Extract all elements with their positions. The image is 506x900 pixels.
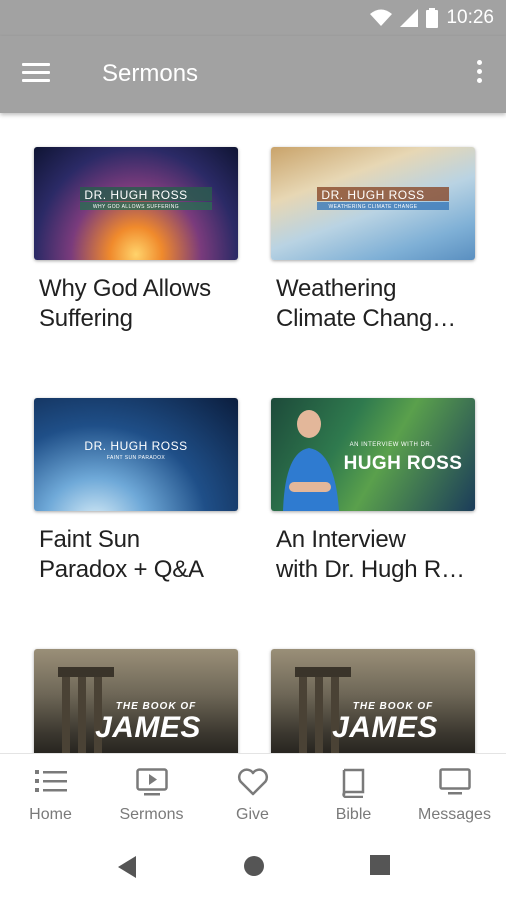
book-icon	[341, 768, 364, 798]
sermon-card[interactable]: DR. HUGH ROSS WEATHERING CLIMATE CHANGE …	[271, 147, 475, 334]
sermon-title: Why God Allows Suffering	[39, 275, 211, 332]
back-triangle-icon[interactable]	[116, 855, 138, 879]
sermon-card[interactable]: THE BOOK OF JAMES	[271, 649, 475, 753]
recents-square-icon[interactable]	[370, 855, 390, 875]
wifi-icon	[370, 9, 393, 26]
sermon-card[interactable]: THE BOOK OF JAMES	[34, 649, 238, 753]
thumb-subtitle: WHY GOD ALLOWS SUFFERING	[92, 204, 180, 210]
thumb-speaker: HUGH ROSS	[343, 453, 463, 474]
status-bar: 10:26	[0, 0, 506, 36]
thumb-speaker: DR. HUGH ROSS	[321, 188, 425, 202]
nav-item-home[interactable]: Home	[0, 754, 101, 834]
sermon-thumbnail: AN INTERVIEW WITH DR. HUGH ROSS	[271, 398, 475, 511]
status-icons: 10:26	[370, 7, 494, 29]
nav-label: Messages	[418, 806, 491, 823]
sermon-thumbnail: DR. HUGH ROSS WHY GOD ALLOWS SUFFERING	[34, 147, 238, 260]
sermon-thumbnail: THE BOOK OF JAMES	[34, 649, 238, 753]
nav-item-sermons[interactable]: Sermons	[101, 754, 202, 834]
thumb-speaker: DR. HUGH ROSS	[84, 439, 188, 453]
sermon-card[interactable]: DR. HUGH ROSS WHY GOD ALLOWS SUFFERING W…	[34, 147, 238, 334]
monitor-icon	[438, 768, 471, 795]
app-bar: Sermons	[0, 36, 506, 113]
sermon-title: Faint Sun Paradox + Q&A	[39, 526, 204, 583]
thumb-speaker: JAMES	[95, 711, 201, 744]
nav-item-bible[interactable]: Bible	[303, 754, 404, 834]
nav-item-give[interactable]: Give	[202, 754, 303, 834]
heart-icon	[237, 768, 268, 796]
sermon-title: Weathering Climate Chang…	[276, 275, 456, 332]
sermon-title: An Interview with Dr. Hugh R…	[276, 526, 465, 583]
more-vert-icon[interactable]	[472, 60, 486, 90]
nav-label: Bible	[335, 806, 372, 823]
sermon-card[interactable]: DR. HUGH ROSS FAINT SUN PARADOX Faint Su…	[34, 398, 238, 585]
play-screen-icon	[135, 768, 168, 796]
bottom-nav: Home Sermons Give Bible Messages	[0, 753, 506, 833]
hamburger-icon[interactable]	[22, 58, 56, 90]
thumb-pre: AN INTERVIEW WITH DR.	[349, 442, 433, 448]
nav-item-messages[interactable]: Messages	[404, 754, 505, 834]
sermon-card[interactable]: AN INTERVIEW WITH DR. HUGH ROSS An Inter…	[271, 398, 475, 585]
sermon-thumbnail: DR. HUGH ROSS WEATHERING CLIMATE CHANGE	[271, 147, 475, 260]
screen: 10:26 Sermons DR. HUGH ROSS WHY GOD ALLO…	[0, 0, 506, 900]
sermon-grid: DR. HUGH ROSS WHY GOD ALLOWS SUFFERING W…	[0, 113, 506, 753]
system-nav	[0, 833, 506, 900]
signal-icon	[400, 9, 419, 27]
sermon-thumbnail: DR. HUGH ROSS FAINT SUN PARADOX	[34, 398, 238, 511]
thumb-speaker: DR. HUGH ROSS	[84, 188, 188, 202]
thumb-subtitle: WEATHERING CLIMATE CHANGE	[328, 204, 418, 210]
thumb-subtitle: FAINT SUN PARADOX	[106, 455, 166, 461]
nav-label: Home	[29, 806, 72, 823]
nav-label: Sermons	[119, 806, 184, 823]
nav-label: Give	[236, 806, 269, 823]
battery-icon	[426, 8, 439, 28]
home-circle-icon[interactable]	[243, 855, 265, 877]
thumb-speaker: JAMES	[332, 711, 438, 744]
status-time: 10:26	[446, 7, 494, 28]
list-icon	[34, 770, 67, 792]
sermon-thumbnail: THE BOOK OF JAMES	[271, 649, 475, 753]
page-title: Sermons	[102, 60, 199, 87]
